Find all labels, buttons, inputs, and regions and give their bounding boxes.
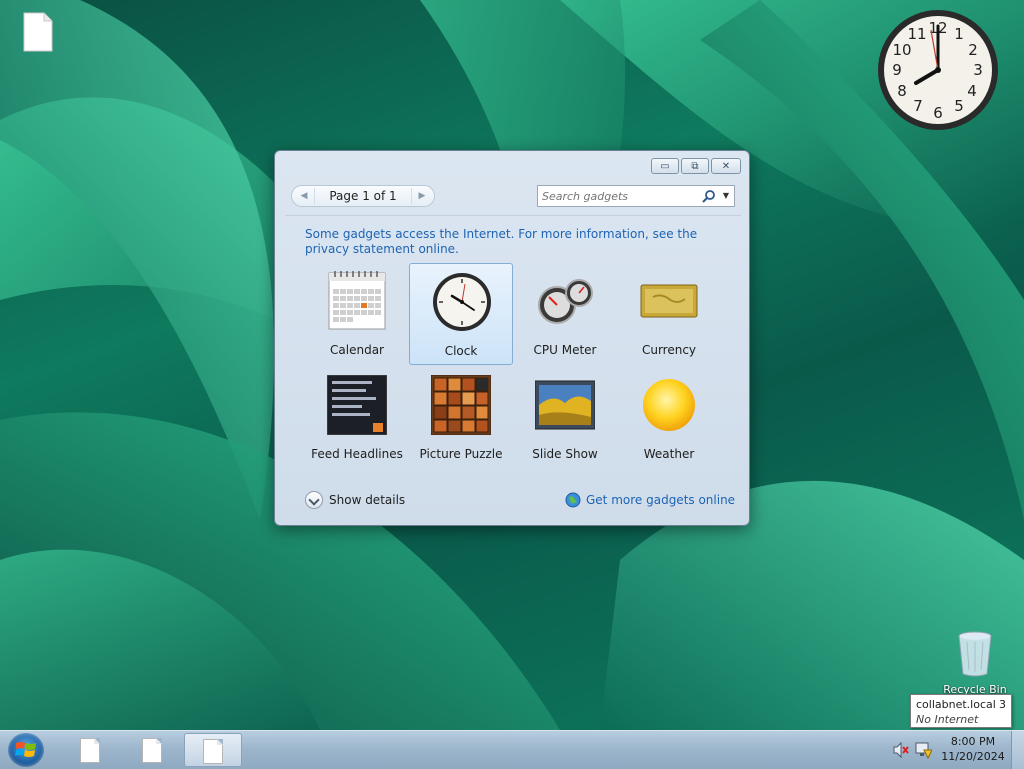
network-count: 3 xyxy=(999,698,1006,711)
gadget-name: Feed Headlines xyxy=(311,447,403,461)
currency-icon xyxy=(640,284,698,318)
clock-icon xyxy=(433,273,491,331)
show-details-label: Show details xyxy=(329,493,406,507)
gadget-tile-feed-headlines[interactable]: Feed Headlines xyxy=(305,367,409,469)
gallery-toolbar: ◀ Page 1 of 1 ▶ ▼ xyxy=(287,185,737,207)
page-indicator: Page 1 of 1 xyxy=(314,188,412,204)
gadget-tile-slide-show[interactable]: Slide Show xyxy=(513,367,617,469)
system-tray: 8:00 PM 11/20/2024 xyxy=(888,731,1018,769)
picture-puzzle-icon xyxy=(431,375,491,435)
gadget-name: Calendar xyxy=(330,343,384,357)
document-icon xyxy=(142,738,162,763)
privacy-info-text: Some gadgets access the Internet. For mo… xyxy=(305,227,725,257)
volume-muted-icon[interactable] xyxy=(892,741,910,759)
clock-time: 8:00 PM xyxy=(950,735,996,748)
gallery-footer: Show details Get more gadgets online xyxy=(275,485,751,515)
window-controls: ▭ ⧉ ✕ xyxy=(651,158,741,174)
network-name: collabnet.local xyxy=(916,698,996,711)
clock-display[interactable]: 8:00 PM 11/20/2024 xyxy=(926,734,1020,764)
next-page-button[interactable]: ▶ xyxy=(414,188,430,204)
recycle-bin[interactable]: Recycle Bin xyxy=(940,630,1010,696)
search-box: ▼ xyxy=(537,185,735,207)
gadget-name: Currency xyxy=(641,343,697,357)
analog-clock-icon: 1212 345 678 91011 xyxy=(878,10,998,130)
svg-text:11: 11 xyxy=(907,25,926,43)
svg-text:6: 6 xyxy=(933,104,943,122)
clock-date: 11/20/2024 xyxy=(941,750,1005,763)
search-icon[interactable] xyxy=(702,189,716,203)
weather-icon xyxy=(643,379,695,431)
close-button[interactable]: ✕ xyxy=(711,158,741,174)
windows-logo-icon xyxy=(15,742,36,757)
svg-text:7: 7 xyxy=(913,97,923,115)
gadget-name: Picture Puzzle xyxy=(419,447,503,461)
network-tooltip: collabnet.local 3 No Internet access xyxy=(910,694,1012,741)
clock-gadget[interactable]: 1212 345 678 91011 xyxy=(876,8,1000,132)
svg-text:4: 4 xyxy=(967,82,977,100)
gadget-name: CPU Meter xyxy=(533,343,597,357)
document-icon xyxy=(203,739,223,764)
gadget-name: Weather xyxy=(643,447,695,461)
svg-text:1: 1 xyxy=(954,25,964,43)
cpu-meter-icon xyxy=(538,279,593,324)
start-button[interactable] xyxy=(8,733,44,767)
gadget-gallery-window: ▭ ⧉ ✕ ◀ Page 1 of 1 ▶ ▼ Some gadgets acc… xyxy=(274,150,750,526)
gadget-tile-picture-puzzle[interactable]: Picture Puzzle xyxy=(409,367,513,469)
svg-text:2: 2 xyxy=(968,41,978,59)
toolbar-divider xyxy=(285,215,741,216)
svg-text:5: 5 xyxy=(954,97,964,115)
gadget-tile-currency[interactable]: Currency xyxy=(617,263,721,365)
gadget-tile-cpu-meter[interactable]: CPU Meter xyxy=(513,263,617,365)
search-input[interactable] xyxy=(542,188,692,204)
svg-text:9: 9 xyxy=(892,61,902,79)
get-more-gadgets-label: Get more gadgets online xyxy=(586,493,736,507)
gadget-tile-weather[interactable]: Weather xyxy=(617,367,721,469)
feed-headlines-icon xyxy=(327,375,387,435)
calendar-icon xyxy=(328,271,386,330)
gadget-name: Slide Show xyxy=(532,447,598,461)
gadget-tile-calendar[interactable]: Calendar xyxy=(305,263,409,365)
recycle-bin-icon xyxy=(958,631,992,677)
globe-icon xyxy=(565,492,581,508)
show-desktop-button[interactable] xyxy=(1011,731,1024,769)
taskbar-item-document-2[interactable] xyxy=(124,733,178,767)
document-icon xyxy=(80,738,100,763)
gadget-tile-clock[interactable]: Clock xyxy=(409,263,513,365)
chevron-down-icon xyxy=(305,491,323,509)
taskbar-item-document-3[interactable] xyxy=(184,733,242,767)
svg-text:10: 10 xyxy=(892,41,911,59)
desktop-file-icon[interactable] xyxy=(22,12,54,52)
svg-text:3: 3 xyxy=(973,61,983,79)
privacy-statement-link[interactable]: Some gadgets access the Internet. For mo… xyxy=(305,227,697,256)
slide-show-icon xyxy=(535,380,595,430)
previous-page-button[interactable]: ◀ xyxy=(296,188,312,204)
search-dropdown-button[interactable]: ▼ xyxy=(720,189,732,203)
page-navigator: ◀ Page 1 of 1 ▶ xyxy=(291,185,435,207)
taskbar-item-document-1[interactable] xyxy=(62,733,116,767)
gadget-grid: Calendar Clock CPU Meter Currency Feed H… xyxy=(305,263,721,469)
minimize-button[interactable]: ▭ xyxy=(651,158,679,174)
svg-text:8: 8 xyxy=(897,82,907,100)
taskbar: 8:00 PM 11/20/2024 xyxy=(0,730,1024,769)
gadget-name: Clock xyxy=(444,344,478,358)
restore-button[interactable]: ⧉ xyxy=(681,158,709,174)
